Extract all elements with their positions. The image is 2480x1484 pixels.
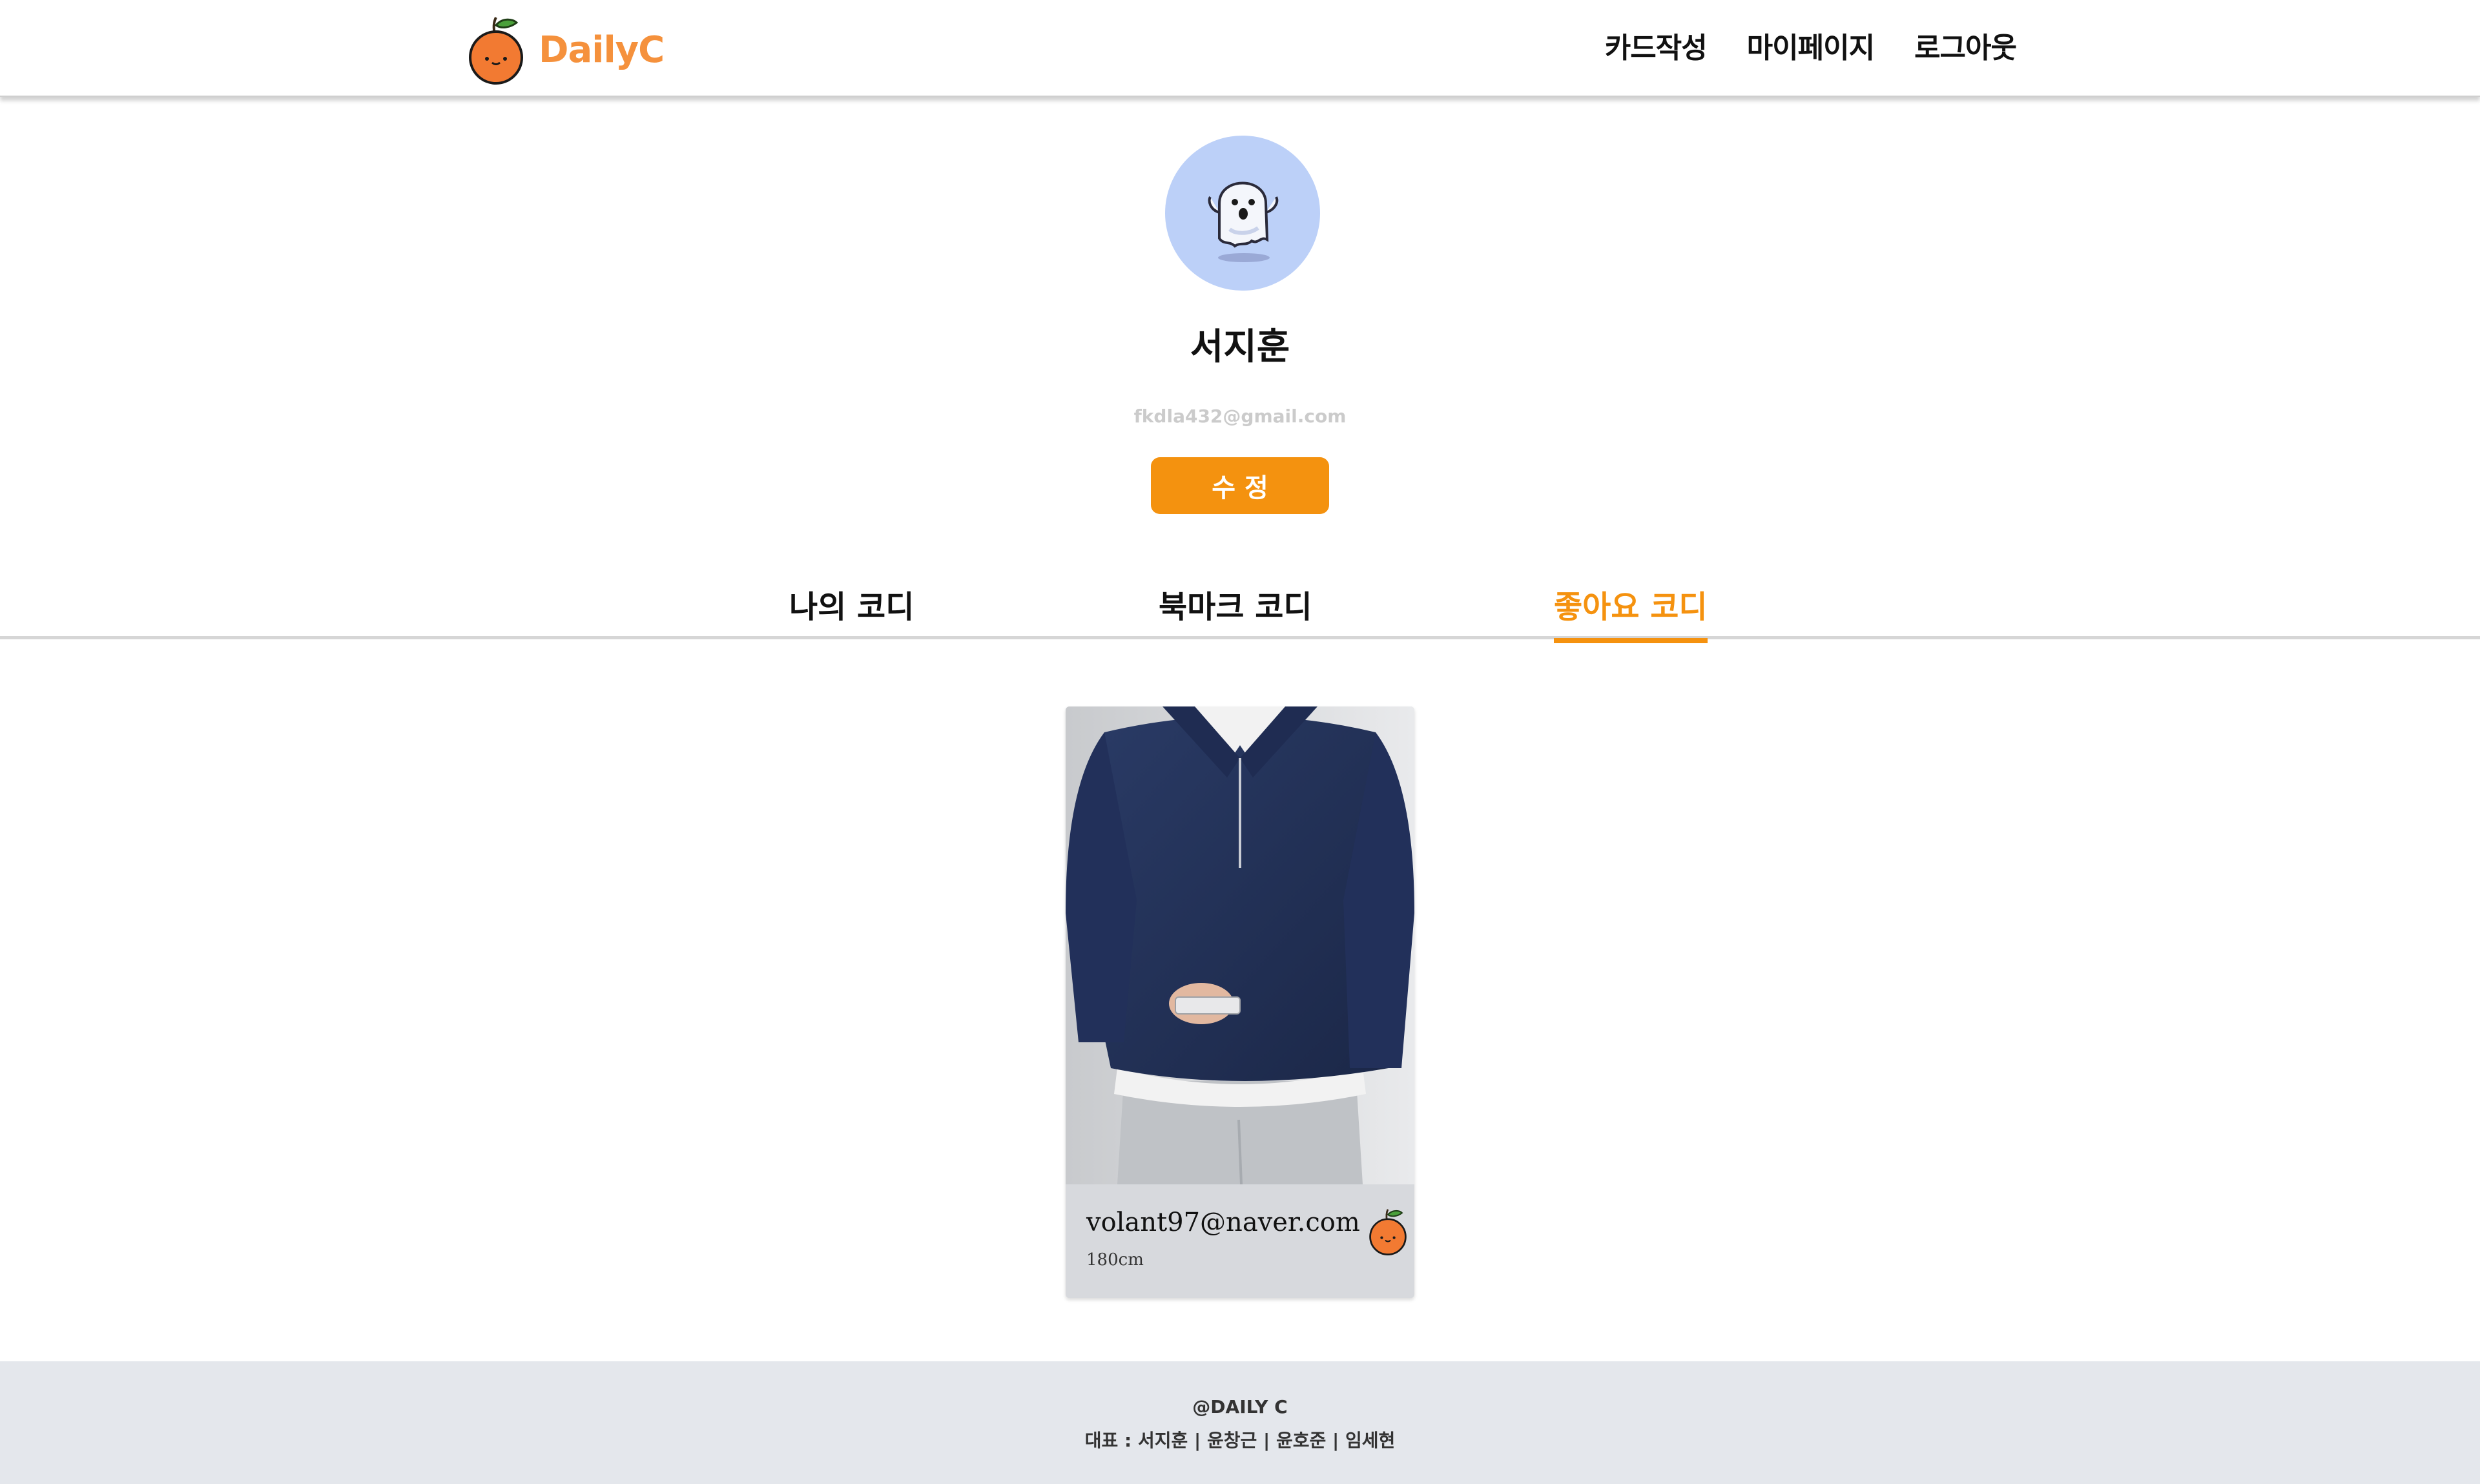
profile-tabs: 나의 코디 북마크 코디 좋아요 코디: [0, 568, 2480, 643]
main-nav: 카드작성 마이페이지 로그아웃: [1605, 25, 2017, 66]
tab-my-codi[interactable]: 나의 코디: [789, 581, 914, 638]
profile-email: fkdla432@gmail.com: [1133, 406, 1347, 427]
logo-link[interactable]: DailyC: [465, 14, 665, 85]
footer-brand: @DAILY C: [1192, 1396, 1288, 1417]
nav-mypage[interactable]: 마이페이지: [1747, 25, 1875, 66]
footer: @DAILY C 대표 : 서지훈 | 윤창근 | 윤호준 | 임세현: [0, 1361, 2480, 1484]
footer-team: 대표 : 서지훈 | 윤창근 | 윤호준 | 임세현: [1084, 1430, 1396, 1451]
orange-mascot-icon: [469, 17, 523, 85]
card-info: volant97@naver.com 180cm: [1066, 1184, 1414, 1298]
codi-card[interactable]: volant97@naver.com 180cm: [1066, 706, 1414, 1298]
tab-liked-codi[interactable]: 좋아요 코디: [1554, 581, 1708, 643]
top-header: DailyC 카드작성 마이페이지 로그아웃: [0, 0, 2480, 97]
edit-profile-button[interactable]: 수 정: [1151, 457, 1329, 514]
nav-logout[interactable]: 로그아웃: [1914, 25, 2017, 66]
avatar: [1165, 136, 1320, 291]
card-author-height: 180cm: [1086, 1250, 1144, 1270]
logo-text: DailyC: [539, 28, 665, 71]
card-author-email: volant97@naver.com: [1086, 1208, 1360, 1237]
card-photo: [1066, 706, 1414, 1184]
ghost-icon: [1208, 181, 1279, 262]
tab-bookmark-codi[interactable]: 북마크 코디: [1159, 581, 1312, 638]
orange-mascot-icon: [1369, 1209, 1407, 1255]
profile-name: 서지훈: [1190, 326, 1290, 368]
nav-write-card[interactable]: 카드작성: [1605, 25, 1708, 66]
